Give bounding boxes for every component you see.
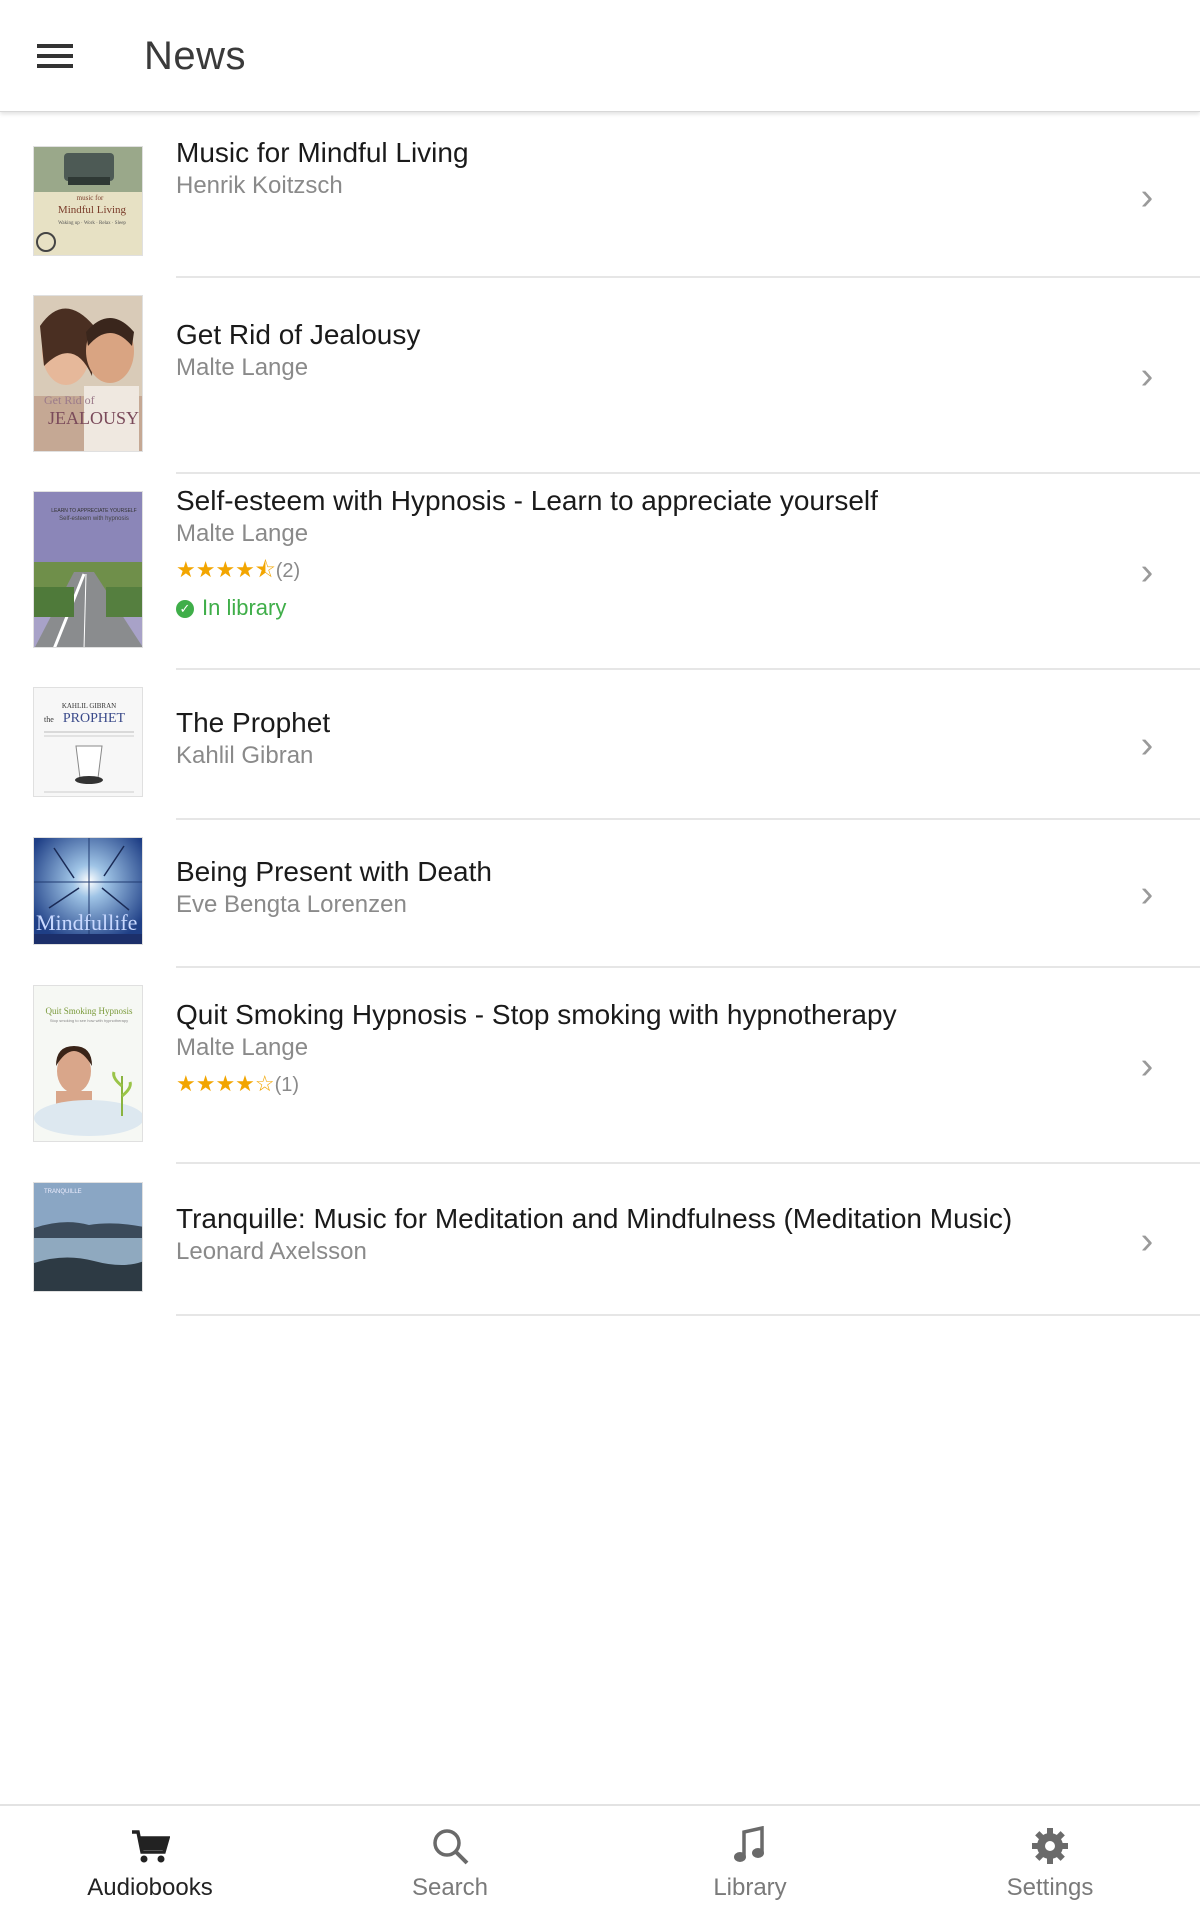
svg-text:Get Rid of: Get Rid of [44, 393, 95, 407]
book-author: Leonard Axelsson [176, 1238, 367, 1265]
rating-count: (1) [274, 1074, 300, 1096]
tab-label: Library [713, 1874, 787, 1901]
book-title: Tranquille: Music for Meditation and Min… [176, 1203, 1013, 1234]
list-item[interactable]: Quit Smoking Hypnosis Stop smoking to se… [0, 968, 1200, 1164]
music-note-icon [734, 1826, 764, 1862]
tab-label: Search [411, 1874, 489, 1901]
svg-text:LEARN TO APPRECIATE YOURSELF: LEARN TO APPRECIATE YOURSELF [51, 508, 137, 514]
in-library-badge: ✓ In library [176, 591, 1110, 625]
book-author: Eve Bengta Lorenzen [176, 891, 407, 918]
book-author: Malte Lange [176, 354, 309, 381]
book-cover: LEARN TO APPRECIATE YOURSELF Self-esteem… [33, 491, 143, 648]
hamburger-menu-icon[interactable] [30, 36, 80, 76]
book-author: Malte Lange [176, 1034, 309, 1061]
book-cover: music for Mindful Living Waking up · Wor… [33, 146, 143, 256]
chevron-right-icon: › [1140, 176, 1154, 218]
svg-text:Mindfullife: Mindfullife [36, 910, 137, 935]
book-cover: Get Rid of JEALOUSY [33, 295, 143, 452]
svg-text:the: the [44, 715, 54, 724]
book-title: Get Rid of Jealousy [176, 319, 421, 350]
svg-text:music for: music for [77, 194, 104, 202]
svg-text:Quit Smoking Hypnosis: Quit Smoking Hypnosis [45, 1006, 133, 1016]
cart-icon [132, 1830, 170, 1863]
audiobook-list: music for Mindful Living Waking up · Wor… [0, 116, 1200, 1316]
svg-text:Mindful Living: Mindful Living [58, 204, 127, 216]
tab-search[interactable]: Search [300, 1806, 600, 1920]
book-author: Henrik Koitzsch [176, 172, 343, 199]
chevron-right-icon: › [1140, 1045, 1154, 1087]
tab-library[interactable]: Library [600, 1806, 900, 1920]
check-circle-icon: ✓ [176, 600, 194, 618]
list-item[interactable]: Get Rid of JEALOUSY Get Rid of Jealousy … [0, 278, 1200, 474]
book-cover: Quit Smoking Hypnosis Stop smoking to se… [33, 985, 143, 1142]
svg-text:TRANQUILLE: TRANQUILLE [44, 1189, 82, 1195]
chevron-right-icon: › [1140, 724, 1154, 766]
book-title: Being Present with Death [176, 856, 492, 887]
svg-text:Waking up · Work · Relax · Sle: Waking up · Work · Relax · Sleep [58, 221, 126, 226]
rating-stars: ★★★★☆(1) [176, 1071, 300, 1096]
page-title: News [144, 34, 247, 78]
book-title: Music for Mindful Living [176, 137, 469, 168]
list-item[interactable]: Mindfullife Being Present with Death Eve… [0, 820, 1200, 968]
chevron-right-icon: › [1140, 551, 1154, 593]
book-cover: Mindfullife [33, 837, 143, 945]
bottom-tab-bar: Audiobooks Search Library Settings [0, 1804, 1200, 1920]
book-author: Malte Lange [176, 520, 309, 547]
book-cover: KAHLIL GIBRAN the PROPHET [33, 687, 143, 797]
rating-stars: ★★★★⯪(2) [176, 557, 301, 582]
list-item[interactable]: LEARN TO APPRECIATE YOURSELF Self-esteem… [0, 474, 1200, 670]
chevron-right-icon: › [1140, 873, 1154, 915]
svg-text:PROPHET: PROPHET [63, 711, 126, 726]
book-title: The Prophet [176, 707, 331, 738]
svg-text:JEALOUSY: JEALOUSY [48, 408, 139, 428]
tab-label: Settings [1006, 1874, 1094, 1901]
divider [176, 1314, 1200, 1316]
gear-icon [1032, 1828, 1068, 1864]
tab-settings[interactable]: Settings [900, 1806, 1200, 1920]
tab-label: Audiobooks [87, 1874, 213, 1901]
svg-text:Stop smoking to see how with h: Stop smoking to see how with hypnotherap… [50, 1018, 128, 1023]
book-title: Quit Smoking Hypnosis - Stop smoking wit… [176, 999, 897, 1030]
list-item[interactable]: music for Mindful Living Waking up · Wor… [0, 116, 1200, 278]
list-item[interactable]: TRANQUILLE Tranquille: Music for Meditat… [0, 1164, 1200, 1316]
chevron-right-icon: › [1140, 355, 1154, 397]
svg-text:Self-esteem with hypnosis: Self-esteem with hypnosis [59, 516, 129, 522]
chevron-right-icon: › [1140, 1220, 1154, 1262]
app-header: News [0, 0, 1200, 112]
book-title: Self-esteem with Hypnosis - Learn to app… [176, 485, 878, 516]
tab-audiobooks[interactable]: Audiobooks [0, 1806, 300, 1920]
list-item[interactable]: KAHLIL GIBRAN the PROPHET The Prophet Ka… [0, 670, 1200, 820]
search-icon [433, 1829, 469, 1865]
book-cover: TRANQUILLE [33, 1182, 143, 1292]
svg-text:KAHLIL GIBRAN: KAHLIL GIBRAN [62, 702, 116, 710]
rating-count: (2) [275, 560, 301, 582]
book-author: Kahlil Gibran [176, 742, 314, 769]
